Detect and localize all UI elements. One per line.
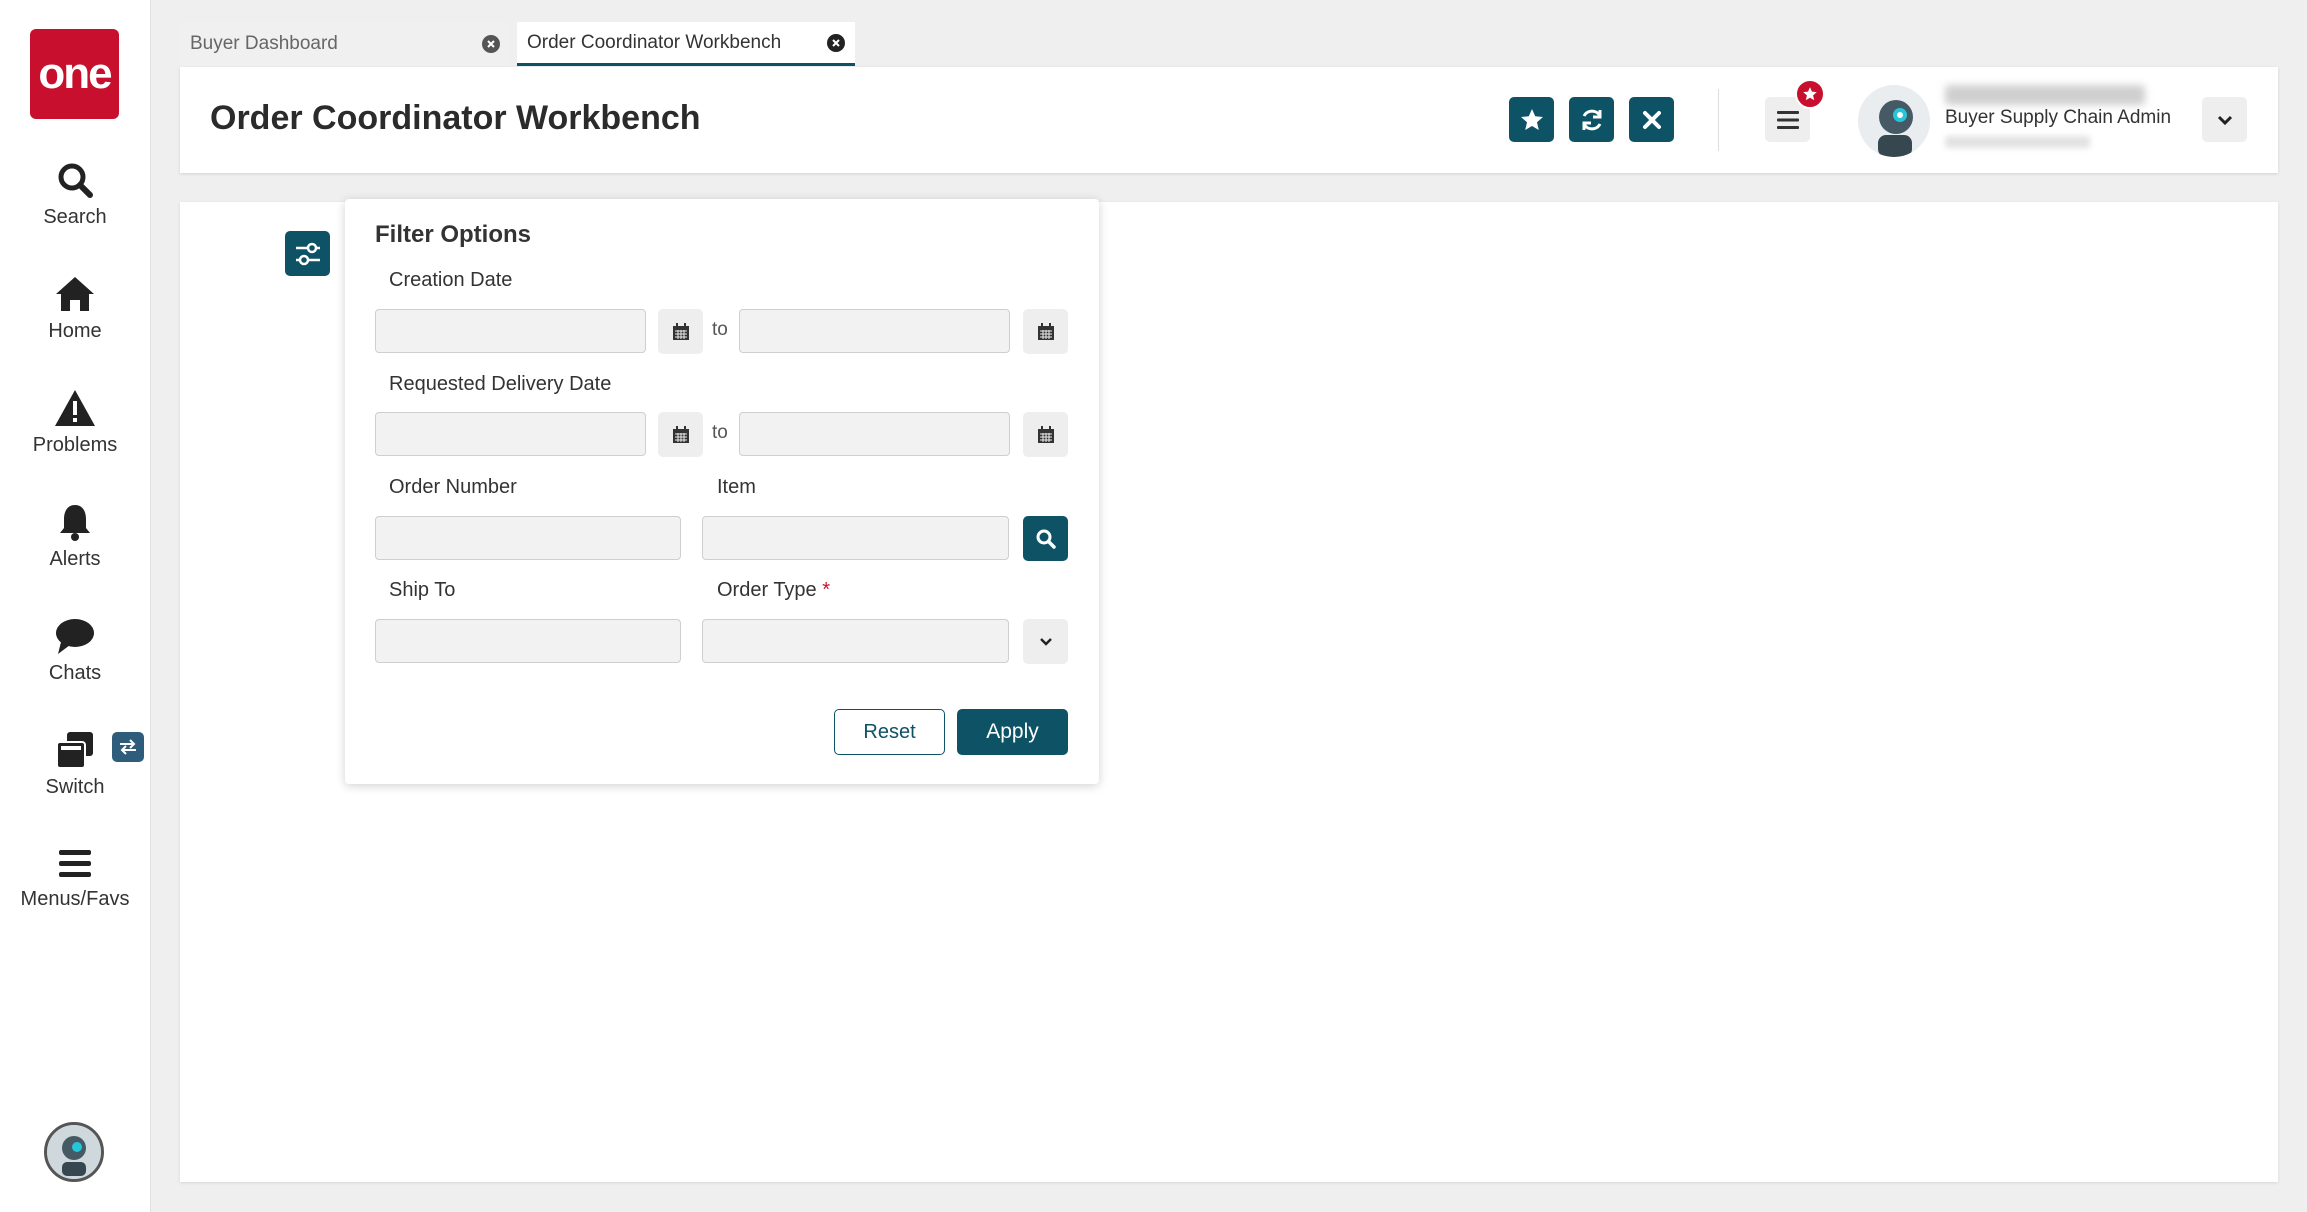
user-avatar[interactable] [1858, 85, 1930, 157]
sidebar-item-label: Menus/Favs [20, 888, 130, 910]
sidebar-item-label: Home [48, 320, 102, 342]
favorite-button[interactable] [1509, 97, 1554, 142]
chevron-down-icon [1039, 637, 1052, 646]
to-label: to [712, 422, 728, 443]
switch-badge[interactable] [112, 732, 144, 762]
header-divider [1718, 89, 1719, 151]
creation-date-to-input[interactable] [739, 309, 1010, 353]
requested-delivery-date-from-input[interactable] [375, 412, 646, 456]
sliders-icon [295, 242, 320, 265]
filter-toggle-button[interactable] [285, 231, 330, 276]
tab-label: Buyer Dashboard [190, 33, 338, 54]
to-label: to [712, 319, 728, 340]
close-icon[interactable] [827, 33, 845, 52]
reset-button[interactable]: Reset [834, 709, 945, 755]
chat-icon [56, 619, 94, 654]
user-menu-dropdown[interactable] [2202, 97, 2247, 142]
item-search-button[interactable] [1023, 516, 1068, 561]
calendar-icon [1037, 322, 1054, 340]
order-number-label: Order Number [389, 476, 517, 498]
apply-button[interactable]: Apply [957, 709, 1068, 755]
close-page-button[interactable] [1629, 97, 1674, 142]
one-logo[interactable]: one [30, 29, 119, 119]
sidebar-item-search[interactable]: Search [0, 160, 150, 229]
calendar-icon [672, 322, 689, 340]
sidebar: one Search Home Problems Alerts Chats Sw… [0, 0, 151, 1212]
order-type-dropdown-button[interactable] [1023, 619, 1068, 664]
required-marker: * [822, 579, 831, 601]
sidebar-item-menus-favs[interactable]: Menus/Favs [0, 846, 150, 911]
tab-buyer-dashboard[interactable]: Buyer Dashboard [180, 22, 510, 66]
user-avatar[interactable] [44, 1122, 104, 1182]
creation-date-label: Creation Date [389, 269, 513, 291]
search-icon [1036, 529, 1056, 549]
item-label: Item [717, 476, 756, 498]
switch-icon [56, 732, 93, 769]
filter-options-panel: Filter Options Creation Date to Requeste… [345, 199, 1099, 784]
tab-label: Order Coordinator Workbench [527, 31, 782, 53]
star-icon [1803, 87, 1817, 101]
hamburger-icon [1776, 110, 1799, 129]
requested-delivery-date-to-calendar-button[interactable] [1023, 412, 1068, 457]
filter-title: Filter Options [375, 221, 531, 248]
sidebar-item-home[interactable]: Home [0, 274, 150, 343]
star-icon [1520, 108, 1543, 130]
requested-delivery-date-to-input[interactable] [739, 412, 1010, 456]
home-icon [56, 277, 94, 311]
order-number-input[interactable] [375, 516, 681, 560]
sidebar-item-label: Search [43, 206, 107, 228]
robot-avatar-icon [1858, 85, 1930, 157]
creation-date-from-calendar-button[interactable] [658, 309, 703, 354]
close-icon[interactable] [482, 35, 500, 53]
sidebar-item-label: Switch [45, 776, 105, 798]
order-type-select[interactable] [702, 619, 1009, 663]
ship-to-label: Ship To [389, 579, 456, 601]
bell-icon [60, 505, 90, 541]
order-type-label-text: Order Type [717, 579, 817, 601]
robot-avatar-icon [47, 1125, 101, 1179]
creation-date-from-input[interactable] [375, 309, 646, 353]
creation-date-to-calendar-button[interactable] [1023, 309, 1068, 354]
page-title: Order Coordinator Workbench [210, 99, 701, 137]
sidebar-item-label: Chats [48, 662, 102, 684]
sidebar-item-problems[interactable]: Problems [0, 388, 150, 457]
calendar-icon [1037, 425, 1054, 443]
requested-delivery-date-label: Requested Delivery Date [389, 373, 612, 395]
sidebar-item-chats[interactable]: Chats [0, 616, 150, 685]
requested-delivery-date-from-calendar-button[interactable] [658, 412, 703, 457]
arrows-exchange-icon [120, 739, 136, 755]
refresh-icon [1582, 109, 1601, 130]
sidebar-item-label: Alerts [49, 548, 101, 570]
refresh-button[interactable] [1569, 97, 1614, 142]
search-icon [58, 163, 93, 198]
favorites-badge[interactable] [1795, 79, 1825, 109]
user-role: Buyer Supply Chain Admin [1945, 107, 2172, 128]
calendar-icon [672, 425, 689, 443]
user-email-redacted [1945, 136, 2090, 148]
order-type-label: Order Type * [717, 579, 830, 602]
user-name-redacted [1945, 85, 2145, 105]
ship-to-input[interactable] [375, 619, 681, 663]
page-header: Order Coordinator Workbench Buyer Supply… [180, 67, 2278, 173]
close-icon [1642, 110, 1661, 129]
sidebar-item-alerts[interactable]: Alerts [0, 502, 150, 571]
tab-order-coordinator-workbench[interactable]: Order Coordinator Workbench [517, 22, 855, 66]
menu-icon [59, 850, 91, 877]
warning-icon [55, 390, 95, 426]
item-input[interactable] [702, 516, 1009, 560]
logo-text: one [38, 49, 112, 98]
sidebar-item-label: Problems [32, 434, 118, 456]
chevron-down-icon [2217, 115, 2232, 125]
